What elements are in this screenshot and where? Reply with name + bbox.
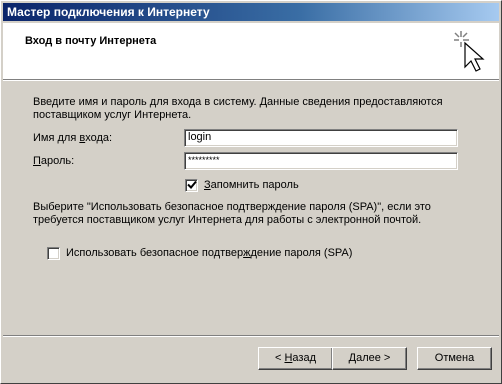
intro-text-line2: поставщиком услуг Интернета. (33, 109, 192, 121)
footer-divider-highlight (3, 336, 499, 337)
next-button[interactable]: Далее > (332, 347, 407, 370)
wizard-header: Вход в почту Интернета (3, 23, 499, 80)
checkmark-icon (187, 180, 197, 189)
spa-info-line2: требуется поставщиком услуг Интернета дл… (33, 214, 422, 226)
password-label: Пароль: (33, 155, 75, 167)
header-divider (3, 80, 499, 81)
title-bar: Мастер подключения к Интернету (3, 3, 499, 21)
page-title: Вход в почту Интернета (25, 35, 157, 47)
username-input[interactable]: login (184, 129, 458, 147)
username-label: Имя для входа: (33, 132, 113, 144)
wizard-sparkle-cursor-icon (454, 31, 485, 72)
spa-checkbox[interactable] (47, 247, 60, 260)
spa-checkbox-label[interactable]: Использовать безопасное подтверждение па… (66, 247, 352, 259)
wizard-window: Мастер подключения к Интернету Вход в по… (0, 0, 502, 384)
intro-text-line1: Введите имя и пароль для входа в систему… (33, 96, 443, 108)
back-button[interactable]: < Назад (258, 347, 333, 370)
password-input[interactable]: ********* (184, 152, 458, 170)
remember-password-checkbox[interactable] (185, 179, 198, 192)
cancel-button[interactable]: Отмена (417, 347, 492, 370)
spa-info-line1: Выберите "Использовать безопасное подтве… (33, 201, 431, 213)
remember-password-label[interactable]: Запомнить пароль (204, 179, 299, 191)
